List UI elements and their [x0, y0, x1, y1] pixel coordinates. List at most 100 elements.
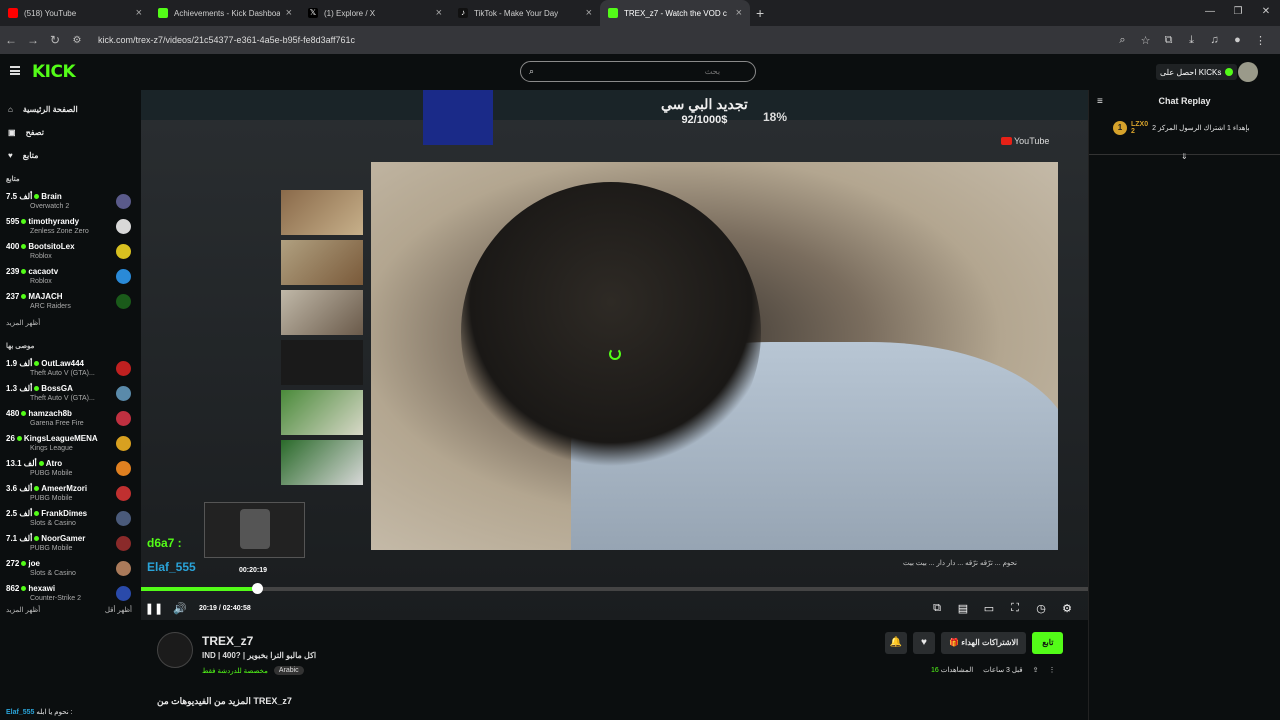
profile-icon[interactable]: ●	[1226, 34, 1249, 47]
viewer-count: 862 hexawi	[6, 584, 55, 593]
fullscreen-icon[interactable]: ⛶	[1002, 602, 1028, 615]
close-tab-icon[interactable]: ×	[736, 7, 742, 19]
theater-mode-icon[interactable]: ▭	[976, 602, 1002, 615]
channel-category: Theft Auto V (GTA)...	[30, 370, 95, 377]
viewer-count-text: 862	[6, 584, 20, 593]
viewer-count-text: 400	[6, 242, 20, 251]
close-tab-icon[interactable]: ×	[436, 7, 442, 19]
close-window-icon[interactable]: ✕	[1252, 0, 1280, 26]
viewer-count-text: 480	[6, 409, 20, 418]
list-item	[171, 338, 271, 384]
clip-icon[interactable]: ▤	[950, 602, 976, 615]
channel-avatar[interactable]	[157, 632, 193, 668]
chat-title: Chat Replay	[1158, 96, 1211, 106]
list-item	[171, 430, 271, 476]
time-ago: قبل 3 ساعات	[983, 667, 1023, 674]
show-more-link[interactable]: أظهر المزيد	[0, 314, 140, 334]
extensions-icon[interactable]: ⧉	[1157, 34, 1180, 47]
sidebar-channel-item[interactable]: 3.6 ألف AmeerMzori PUBG Mobile	[0, 481, 140, 506]
heart-button-icon[interactable]: ♥	[913, 632, 935, 654]
sidebar-channel-item[interactable]: 272 joe Slots & Casino	[0, 556, 140, 581]
sidebar-item-browse[interactable]: ▣ تصفح	[0, 121, 140, 144]
url-field[interactable]: kick.com/trex-z7/videos/21c54377-e361-4a…	[98, 35, 1111, 45]
gift-subs-button[interactable]: 🎁 الاشتراكات الهداء	[941, 632, 1027, 654]
menu-icon[interactable]	[10, 66, 20, 75]
sidebar-channel-item[interactable]: 7.1 ألف NoorGamer PUBG Mobile	[0, 531, 140, 556]
channel-name: hamzach8b	[28, 409, 72, 418]
playback-speed-icon[interactable]: ◷	[1028, 602, 1054, 615]
bookmark-star-icon[interactable]: ☆	[1134, 34, 1157, 47]
seek-bar[interactable]	[141, 583, 1088, 594]
sidebar-channel-item[interactable]: 480 hamzach8b Garena Free Fire	[0, 406, 140, 431]
scroll-down-icon[interactable]: ⇓	[1181, 152, 1188, 161]
browser-tab[interactable]: (518) YouTube ×	[0, 0, 150, 26]
follow-button[interactable]: تابع	[1032, 632, 1064, 654]
viewer-count: 7.5 ألف Brain	[6, 192, 62, 201]
back-icon[interactable]: ←	[0, 33, 22, 47]
sidebar: ⌂ الصفحة الرئيسية ▣ تصفح ♥ متابع متابع 7…	[0, 90, 140, 720]
close-tab-icon[interactable]: ×	[586, 7, 592, 19]
pip-icon[interactable]: ⧉	[924, 602, 950, 615]
overlay-chat-user: Elaf_555	[147, 560, 196, 574]
browser-tab[interactable]: ♪ TikTok - Make Your Day ×	[450, 0, 600, 26]
channel-name[interactable]: TREX_z7	[202, 634, 253, 648]
sidebar-channel-item[interactable]: 239 cacaotv Roblox	[0, 264, 140, 289]
new-tab-icon[interactable]: +	[756, 5, 764, 21]
zoom-icon[interactable]: ⌕	[1111, 34, 1134, 47]
channel-avatar	[116, 586, 131, 601]
search-box[interactable]: ⌕	[520, 61, 756, 82]
sidebar-channel-item[interactable]: 7.5 ألف Brain Overwatch 2	[0, 189, 140, 214]
more-options-icon[interactable]: ⋮	[1049, 666, 1056, 674]
sidebar-channel-item[interactable]: 862 hexawi Counter-Strike 2	[0, 581, 140, 606]
sidebar-channel-item[interactable]: 13.1 ألف Atro PUBG Mobile	[0, 456, 140, 481]
site-info-icon[interactable]: ⚙	[66, 35, 88, 46]
sidebar-channel-item[interactable]: 1.3 ألف BossGA Theft Auto V (GTA)...	[0, 381, 140, 406]
current-time: 20:19	[199, 604, 217, 612]
sidebar-channel-item[interactable]: 400 BootsitoLex Roblox	[0, 239, 140, 264]
download-icon[interactable]: ⤓	[1180, 34, 1203, 47]
sidebar-channel-item[interactable]: 26 KingsLeagueMENA Kings League	[0, 431, 140, 456]
reload-icon[interactable]: ↻	[44, 33, 66, 47]
share-icon[interactable]: ⇪	[1033, 666, 1039, 674]
browser-tab[interactable]: 𝕏 (1) Explore / X ×	[300, 0, 450, 26]
sidebar-channel-item[interactable]: 595 timothyrandy Zenless Zone Zero	[0, 214, 140, 239]
sidebar-channel-item[interactable]: 2.5 ألف FrankDimes Slots & Casino	[0, 506, 140, 531]
video-overlay-banner	[423, 90, 493, 145]
notification-bell-icon[interactable]: 🔔	[885, 632, 907, 654]
video-player[interactable]: تجديد البي سي 92/1000$ 18% YouTube نحوم …	[141, 90, 1088, 620]
show-more-link[interactable]: أظهر المزيد	[6, 606, 40, 614]
viewer-count-text: 1.9 ألف	[6, 359, 33, 368]
browser-menu-icon[interactable]: ⋮	[1249, 34, 1272, 47]
collapse-chat-icon[interactable]: ≡	[1097, 96, 1103, 107]
browser-tab-active[interactable]: TREX_z7 - Watch the VOD c ×	[600, 0, 750, 26]
get-kicks-button[interactable]: احصل على KICKs	[1156, 64, 1238, 80]
channel-name: cacaotv	[28, 267, 59, 276]
video-thumbnail	[281, 290, 363, 335]
loading-spinner-icon	[609, 348, 621, 360]
overlay-percent: 18%	[763, 110, 788, 124]
show-less-link[interactable]: أظهر أقل	[105, 606, 132, 614]
forward-icon[interactable]: →	[22, 33, 44, 47]
maximize-icon[interactable]: ❐	[1224, 0, 1252, 26]
volume-icon[interactable]: 🔊	[167, 602, 193, 615]
close-tab-icon[interactable]: ×	[136, 7, 142, 19]
sidebar-item-home[interactable]: ⌂ الصفحة الرئيسية	[0, 98, 140, 121]
browser-tab[interactable]: Achievements - Kick Dashboard ×	[150, 0, 300, 26]
minimize-icon[interactable]: —	[1196, 0, 1224, 26]
viewer-count: 1.3 ألف BossGA	[6, 384, 73, 393]
kick-logo[interactable]: KICK	[32, 62, 76, 82]
chat-username[interactable]: LZX0 2	[1131, 121, 1148, 135]
live-dot-icon	[21, 586, 27, 591]
chat-badge: 2	[1131, 128, 1135, 135]
language-tag[interactable]: Arabic	[273, 666, 304, 675]
close-tab-icon[interactable]: ×	[286, 7, 292, 19]
search-input[interactable]	[540, 67, 721, 76]
settings-gear-icon[interactable]: ⚙	[1054, 602, 1080, 615]
sidebar-item-following[interactable]: ♥ متابع	[0, 144, 140, 167]
media-icon[interactable]: ♫	[1203, 34, 1226, 47]
sidebar-channel-item[interactable]: 1.9 ألف OutLaw444 Theft Auto V (GTA)...	[0, 356, 140, 381]
pause-icon[interactable]: ❚❚	[141, 602, 167, 615]
user-avatar[interactable]	[1238, 62, 1258, 82]
show-more-less-row: أظهر المزيد أظهر أقل	[0, 606, 140, 614]
sidebar-channel-item[interactable]: 237 MAJACH ARC Raiders	[0, 289, 140, 314]
